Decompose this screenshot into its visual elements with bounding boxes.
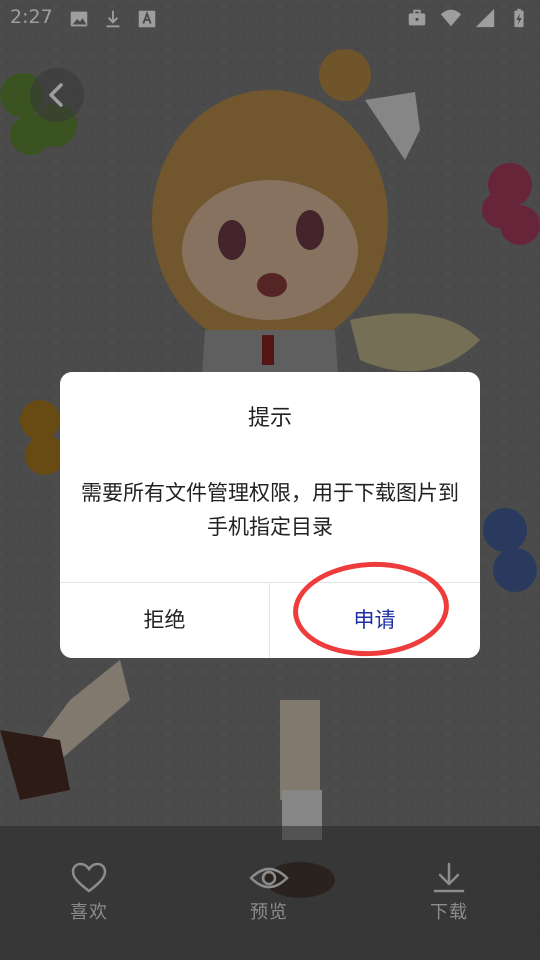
dialog-message: 需要所有文件管理权限，用于下载图片到手机指定目录: [81, 481, 459, 539]
preview-button[interactable]: 预览: [224, 862, 314, 924]
reject-button[interactable]: 拒绝: [60, 583, 269, 658]
like-button[interactable]: 喜欢: [44, 862, 134, 924]
heart-icon: [71, 862, 107, 893]
bottom-action-bar: 喜欢 预览 下载: [0, 826, 540, 960]
like-label: 喜欢: [70, 902, 108, 923]
preview-label: 预览: [250, 902, 288, 923]
eye-icon: [249, 867, 289, 889]
download-label: 下载: [430, 902, 468, 923]
download-arrow-icon: [433, 862, 465, 893]
download-button[interactable]: 下载: [404, 862, 494, 924]
dialog-title: 提示: [247, 406, 292, 431]
